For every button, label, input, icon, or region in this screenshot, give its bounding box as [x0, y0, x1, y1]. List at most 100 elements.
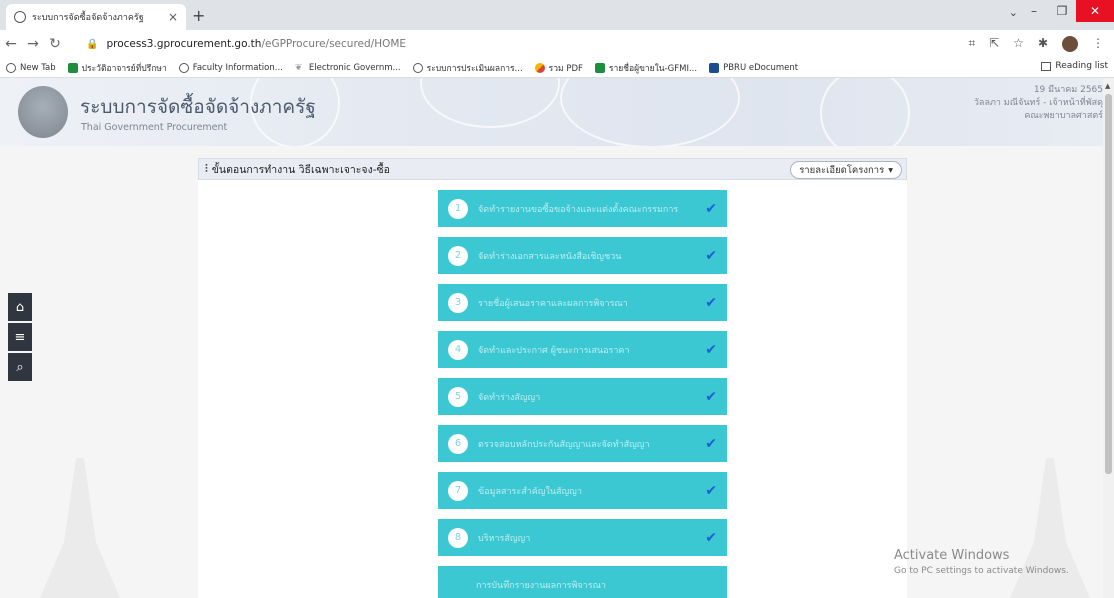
banner-ornament	[820, 78, 910, 146]
url-path: /eGPProcure/secured/HOME	[261, 38, 407, 50]
globe-icon	[14, 11, 26, 23]
lock-icon[interactable]: 🔒	[86, 39, 98, 50]
workflow-step[interactable]: 3 รายชื่อผู้เสนอราคาและผลการพิจารณา ✔	[438, 284, 727, 321]
step-label: จัดทำรายงานขอซื้อขอจ้างและแต่งตั้งคณะกรร…	[478, 204, 679, 215]
step-label: รายชื่อผู้เสนอราคาและผลการพิจารณา	[478, 298, 628, 309]
search-icon[interactable]: ⌕	[8, 353, 32, 381]
sliders-icon: ⫶	[205, 162, 208, 175]
government-seal-logo[interactable]	[18, 86, 68, 138]
bookmark-item[interactable]: New Tab	[6, 62, 56, 73]
url-host: process3.gprocurement.go.th	[106, 38, 262, 50]
step-number: 1	[448, 198, 468, 219]
forward-button[interactable]: →	[22, 36, 44, 52]
step-number: 8	[448, 527, 468, 548]
home-icon[interactable]: ⌂	[8, 293, 32, 321]
banner-ornament	[420, 78, 560, 128]
reading-list-icon	[1041, 61, 1052, 71]
window-controls: – ❐ ✕	[1020, 0, 1114, 22]
bookmark-item[interactable]: รายชื่อผู้ขายใน-GFMI...	[594, 61, 697, 75]
caret-down-icon: ▾	[888, 164, 893, 176]
temple-decoration	[1010, 458, 1090, 598]
new-tab-button[interactable]: +	[192, 6, 205, 25]
panel-header: ⫶ ขั้นตอนการทำงาน วิธีเฉพาะเจาะจง-ซื้อ ร…	[198, 158, 907, 180]
site-title[interactable]: ระบบการจัดซื้อจัดจ้างภาครัฐ	[80, 92, 316, 122]
browser-toolbar-icons: ⌗ ⇱ ☆ ✱ ⋮	[968, 36, 1104, 52]
menu-icon[interactable]: ≡	[8, 323, 32, 351]
restore-button[interactable]: ❐	[1048, 0, 1076, 22]
close-tab-icon[interactable]: ×	[168, 10, 178, 24]
bookmark-item[interactable]: PBRU eDocument	[709, 62, 798, 73]
scrollbar-thumb[interactable]	[1105, 94, 1112, 474]
step-number: 6	[448, 433, 468, 454]
bookmark-item[interactable]: ประวัติอาจารย์ที่ปรึกษา	[67, 61, 167, 75]
bookmark-item[interactable]: ❦ Electronic Governm...	[295, 63, 401, 73]
activate-windows-watermark: Activate Windows Go to PC settings to ac…	[894, 548, 1069, 576]
globe-icon	[412, 62, 423, 73]
workflow-step[interactable]: 8 บริหารสัญญา ✔	[438, 519, 727, 556]
minimize-button[interactable]: –	[1020, 0, 1048, 22]
workflow-step[interactable]: 2 จัดทำร่างเอกสารและหนังสือเชิญชวน ✔	[438, 237, 727, 274]
current-date: 19 มีนาคม 2565	[1033, 85, 1103, 95]
globe-icon	[178, 62, 189, 73]
step-label: การบันทึกรายงานผลการพิจารณา	[476, 580, 606, 591]
workflow-step[interactable]: 6 ตรวจสอบหลักประกันสัญญาและจัดทำสัญญา ✔	[438, 425, 727, 462]
check-icon: ✔	[705, 529, 717, 546]
tab-search-icon[interactable]: ⌄	[1009, 6, 1018, 19]
step-label: จัดทำร่างเอกสารและหนังสือเชิญชวน	[478, 251, 622, 262]
workflow-step[interactable]: การบันทึกรายงานผลการพิจารณา	[438, 566, 727, 598]
back-button[interactable]: ←	[0, 36, 22, 52]
bookmark-item[interactable]: รวม PDF	[534, 61, 583, 75]
step-number: 2	[448, 245, 468, 266]
share-icon[interactable]: ⇱	[989, 36, 999, 52]
step-label: ตรวจสอบหลักประกันสัญญาและจัดทำสัญญา	[478, 439, 650, 450]
user-info: 19 มีนาคม 2565 วัลลภา มณีจันทร์ - เจ้าหน…	[913, 84, 1103, 123]
check-icon: ✔	[705, 294, 717, 311]
close-window-button[interactable]: ✕	[1076, 0, 1114, 22]
tab-title: ระบบการจัดซื้อจัดจ้างภาครัฐ	[32, 13, 144, 23]
reload-button[interactable]: ↻	[44, 36, 66, 52]
workflow-panel: ⫶ ขั้นตอนการทำงาน วิธีเฉพาะเจาะจง-ซื้อ ร…	[198, 158, 907, 598]
site-header: ระบบการจัดซื้อจัดจ้างภาครัฐ Thai Governm…	[0, 78, 1103, 146]
side-dock: ⌂ ≡ ⌕	[8, 293, 32, 383]
bookmark-star-icon[interactable]: ☆	[1013, 36, 1024, 52]
workflow-step[interactable]: 5 จัดทำร่างสัญญา ✔	[438, 378, 727, 415]
step-label: จัดทำร่างสัญญา	[478, 392, 541, 403]
pdf-icon	[534, 62, 545, 73]
project-detail-dropdown[interactable]: รายละเอียดโครงการ ▾	[790, 161, 902, 179]
workflow-step[interactable]: 1 จัดทำรายงานขอซื้อขอจ้างและแต่งตั้งคณะก…	[438, 190, 727, 227]
step-label: จัดทำและประกาศ ผู้ชนะการเสนอราคา	[478, 345, 630, 356]
reading-list-button[interactable]: Reading list	[1041, 61, 1108, 71]
scroll-up-icon[interactable]: ▲	[1105, 82, 1110, 90]
user-department: คณะพยาบาลศาสตร์	[1024, 111, 1103, 121]
leaf-icon: ❦	[294, 62, 303, 73]
extensions-icon[interactable]: ✱	[1038, 36, 1048, 52]
blue-doc-icon	[709, 62, 720, 73]
check-icon: ✔	[705, 247, 717, 264]
panel-title: ขั้นตอนการทำงาน วิธีเฉพาะเจาะจง-ซื้อ	[211, 163, 390, 176]
page-scrollbar[interactable]: ▲	[1103, 78, 1114, 598]
step-number: 4	[448, 339, 468, 360]
address-toolbar: ← → ↻ 🔒 process3.gprocurement.go.th /eGP…	[0, 30, 1114, 58]
check-icon: ✔	[705, 200, 717, 217]
profile-avatar[interactable]	[1062, 36, 1078, 52]
translate-icon[interactable]: ⌗	[968, 36, 975, 52]
workflow-step[interactable]: 7 ข้อมูลสาระสำคัญในสัญญา ✔	[438, 472, 727, 509]
bookmark-item[interactable]: Faculty Information...	[178, 62, 283, 73]
temple-decoration	[40, 458, 120, 598]
step-label: ข้อมูลสาระสำคัญในสัญญา	[478, 486, 582, 497]
step-number: 3	[448, 292, 468, 313]
browser-tab[interactable]: ระบบการจัดซื้อจัดจ้างภาครัฐ ×	[6, 4, 186, 30]
url-bar[interactable]: 🔒 process3.gprocurement.go.th /eGPProcur…	[86, 34, 946, 54]
user-name[interactable]: วัลลภา มณีจันทร์ - เจ้าหน้าที่พัสดุ	[913, 97, 1103, 110]
browser-tabbar: ระบบการจัดซื้อจัดจ้างภาครัฐ × + ⌄ – ❐ ✕	[0, 0, 1114, 30]
check-icon: ✔	[705, 482, 717, 499]
bookmarks-bar: New Tab ประวัติอาจารย์ที่ปรึกษา Faculty …	[0, 58, 1114, 78]
step-label: บริหารสัญญา	[478, 533, 531, 544]
browser-menu-icon[interactable]: ⋮	[1092, 36, 1104, 52]
banner-ornament	[560, 78, 740, 146]
step-number: 7	[448, 480, 468, 501]
workflow-step[interactable]: 4 จัดทำและประกาศ ผู้ชนะการเสนอราคา ✔	[438, 331, 727, 368]
site-subtitle: Thai Government Procurement	[81, 122, 228, 133]
bookmark-item[interactable]: ระบบการประเมินผลการ...	[412, 61, 523, 75]
check-icon: ✔	[705, 435, 717, 452]
